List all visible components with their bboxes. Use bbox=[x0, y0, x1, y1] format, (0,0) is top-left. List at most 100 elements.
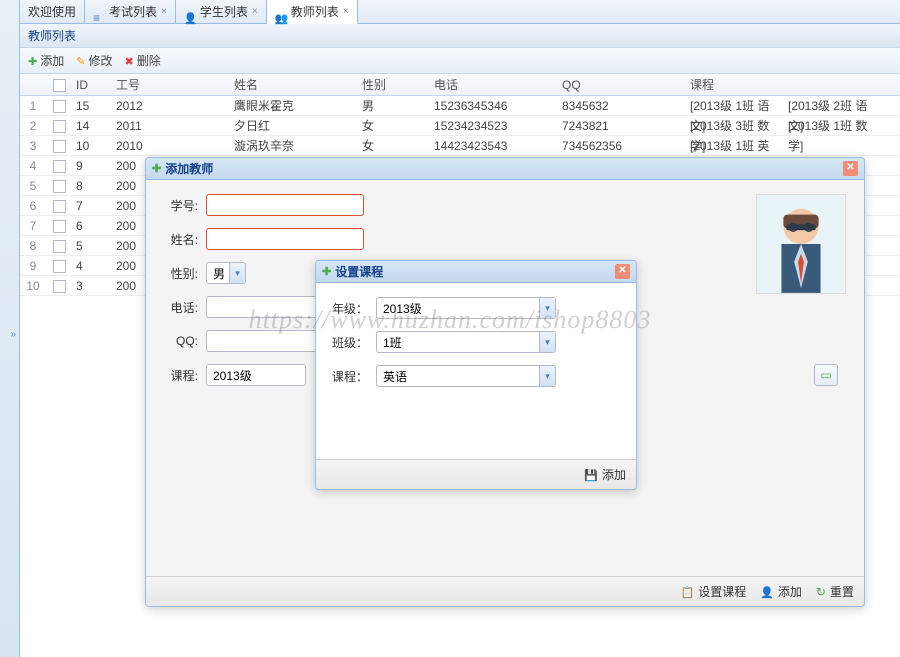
course-select[interactable] bbox=[376, 365, 556, 387]
cell-id: 7 bbox=[72, 196, 112, 215]
label-name: 姓名: bbox=[160, 231, 206, 248]
close-icon[interactable]: × bbox=[252, 0, 258, 24]
row-check bbox=[46, 236, 72, 255]
close-button[interactable]: ✕ bbox=[615, 264, 630, 279]
row-num: 8 bbox=[20, 236, 46, 255]
row-num: 10 bbox=[20, 276, 46, 295]
dialog-header[interactable]: 添加教师 ✕ bbox=[146, 158, 864, 180]
checkbox[interactable] bbox=[53, 260, 66, 273]
cell-qq: 734562356 bbox=[558, 136, 686, 155]
dialog-header[interactable]: 设置课程 ✕ bbox=[316, 261, 636, 283]
cell-id: 10 bbox=[72, 136, 112, 155]
cell-sex: 女 bbox=[358, 136, 430, 155]
reset-button[interactable]: 重置 bbox=[816, 583, 854, 600]
add-submit-button[interactable]: 添加 bbox=[760, 583, 802, 600]
class-select[interactable] bbox=[376, 331, 556, 353]
row-num: 9 bbox=[20, 256, 46, 275]
cell-qq: 8345632 bbox=[558, 96, 686, 115]
row-check bbox=[46, 276, 72, 295]
cell-sex: 男 bbox=[358, 96, 430, 115]
checkbox[interactable] bbox=[53, 180, 66, 193]
edit-button[interactable]: 修改 bbox=[76, 52, 112, 69]
grade-select[interactable] bbox=[376, 297, 556, 319]
col-tel[interactable]: 电话 bbox=[430, 74, 558, 95]
label-sno: 学号: bbox=[160, 197, 206, 214]
tab-label: 学生列表 bbox=[200, 0, 248, 24]
checkbox[interactable] bbox=[53, 240, 66, 253]
tab-exam-list[interactable]: 考试列表× bbox=[85, 0, 176, 24]
close-button[interactable]: ✕ bbox=[843, 161, 858, 176]
tab-teacher-list[interactable]: 教师列表× bbox=[267, 0, 358, 24]
checkbox[interactable] bbox=[53, 120, 66, 133]
tab-label: 考试列表 bbox=[109, 0, 157, 24]
row-num: 1 bbox=[20, 96, 46, 115]
chevron-down-icon[interactable]: ▾ bbox=[539, 366, 555, 386]
tab-student-list[interactable]: 学生列表× bbox=[176, 0, 267, 24]
row-check bbox=[46, 256, 72, 275]
row-check bbox=[46, 136, 72, 155]
cell-course2: [2013级 1班 数学] bbox=[784, 116, 882, 135]
cell-tel: 15236345346 bbox=[430, 96, 558, 115]
chevron-down-icon[interactable]: ▾ bbox=[229, 263, 245, 283]
add-icon bbox=[152, 157, 161, 180]
row-num: 5 bbox=[20, 176, 46, 195]
label-qq: QQ: bbox=[160, 334, 206, 348]
col-emp[interactable]: 工号 bbox=[112, 74, 230, 95]
chevron-down-icon[interactable]: ▾ bbox=[539, 298, 555, 318]
checkbox[interactable] bbox=[53, 280, 66, 293]
checkbox[interactable] bbox=[53, 100, 66, 113]
chevron-down-icon[interactable]: ▾ bbox=[539, 332, 555, 352]
table-row[interactable]: 1 15 2012 鹰眼米霍克 男 15236345346 8345632 [2… bbox=[20, 96, 900, 116]
dialog-title: 添加教师 bbox=[165, 158, 213, 180]
row-num: 3 bbox=[20, 136, 46, 155]
checkbox[interactable] bbox=[53, 220, 66, 233]
course-display bbox=[206, 364, 306, 386]
row-num: 7 bbox=[20, 216, 46, 235]
table-row[interactable]: 3 10 2010 漩涡玖辛奈 女 14423423543 734562356 … bbox=[20, 136, 900, 156]
col-course[interactable]: 课程 bbox=[686, 74, 784, 95]
button-label: 重置 bbox=[830, 583, 854, 600]
add-icon bbox=[322, 260, 331, 283]
sno-input[interactable] bbox=[206, 194, 364, 216]
set-course-button[interactable]: 设置课程 bbox=[680, 583, 746, 600]
cell-course: [2013级 3班 数学] bbox=[686, 116, 784, 135]
avatar[interactable] bbox=[756, 194, 846, 294]
tab-welcome[interactable]: 欢迎使用 bbox=[20, 0, 85, 24]
row-check bbox=[46, 216, 72, 235]
checkbox-all[interactable] bbox=[53, 79, 66, 92]
checkbox[interactable] bbox=[53, 200, 66, 213]
course-icon bbox=[680, 585, 694, 599]
table-row[interactable]: 2 14 2011 夕日红 女 15234234523 7243821 [201… bbox=[20, 116, 900, 136]
button-label: 删除 bbox=[137, 52, 161, 69]
add-course-item-button[interactable]: ▭ bbox=[814, 364, 838, 386]
cell-id: 15 bbox=[72, 96, 112, 115]
save-icon bbox=[584, 468, 598, 482]
add-course-button[interactable]: 添加 bbox=[584, 466, 626, 483]
cell-tel: 15234234523 bbox=[430, 116, 558, 135]
checkbox[interactable] bbox=[53, 160, 66, 173]
delete-icon bbox=[124, 54, 133, 68]
delete-button[interactable]: 删除 bbox=[124, 52, 160, 69]
sidebar-expand-icon[interactable]: » bbox=[10, 329, 16, 340]
edit-icon bbox=[76, 54, 85, 68]
name-input[interactable] bbox=[206, 228, 364, 250]
list-icon bbox=[93, 6, 105, 18]
button-label: 添加 bbox=[602, 466, 626, 483]
cell-id: 14 bbox=[72, 116, 112, 135]
close-icon[interactable]: × bbox=[161, 0, 167, 24]
close-icon[interactable]: × bbox=[343, 0, 349, 24]
tab-label: 欢迎使用 bbox=[28, 0, 76, 24]
label-grade: 年级： bbox=[330, 300, 376, 317]
add-button[interactable]: 添加 bbox=[28, 52, 64, 69]
row-num: 6 bbox=[20, 196, 46, 215]
dialog-footer: 添加 bbox=[316, 459, 636, 489]
col-name[interactable]: 姓名 bbox=[230, 74, 358, 95]
cell-name: 夕日红 bbox=[230, 116, 358, 135]
label-course: 课程： bbox=[330, 368, 376, 385]
dialog-body: 年级：▾ 班级：▾ 课程：▾ bbox=[316, 283, 636, 459]
col-sex[interactable]: 性别 bbox=[358, 74, 430, 95]
col-qq[interactable]: QQ bbox=[558, 74, 686, 95]
dialog-title: 设置课程 bbox=[335, 261, 383, 283]
checkbox[interactable] bbox=[53, 140, 66, 153]
col-id[interactable]: ID bbox=[72, 74, 112, 95]
